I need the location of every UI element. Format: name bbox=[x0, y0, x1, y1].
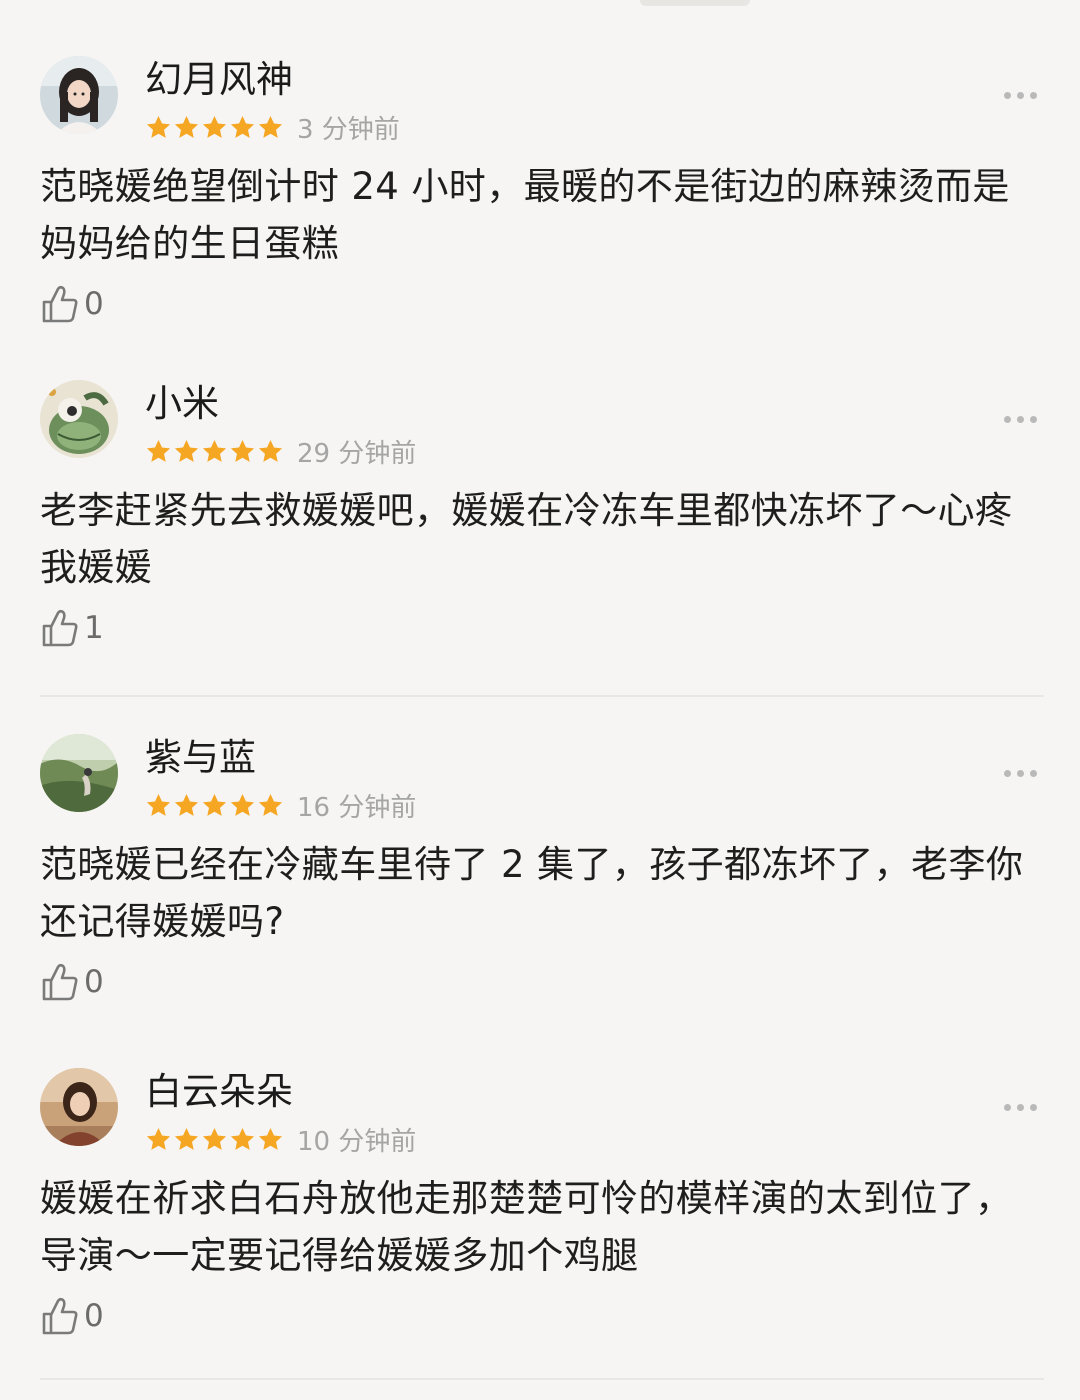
comment-text: 老李赶紧先去救媛媛吧，媛媛在冷冻车里都快冻坏了～心疼我媛媛 bbox=[40, 489, 1013, 589]
thumbs-up-icon bbox=[42, 609, 78, 647]
star-icon bbox=[258, 115, 283, 138]
woman-avatar-icon[interactable] bbox=[40, 1068, 118, 1146]
username[interactable]: 小米 bbox=[145, 382, 219, 426]
dot-icon bbox=[1003, 1103, 1011, 1111]
star-icon bbox=[258, 439, 283, 462]
dot-icon bbox=[1029, 769, 1037, 777]
star-icon bbox=[230, 793, 255, 816]
star-icon bbox=[202, 793, 227, 816]
dot-icon bbox=[1003, 415, 1011, 423]
star-icon bbox=[146, 793, 171, 816]
girl-avatar-icon[interactable] bbox=[40, 56, 118, 134]
dot-icon bbox=[1016, 415, 1024, 423]
dot-icon bbox=[1016, 769, 1024, 777]
top-grabber bbox=[640, 0, 750, 6]
star-icon bbox=[230, 439, 255, 462]
star-rating bbox=[145, 438, 284, 465]
star-rating bbox=[145, 792, 284, 819]
star-icon bbox=[174, 439, 199, 462]
comment-time: 10 分钟前 bbox=[297, 1126, 417, 1157]
dot-icon bbox=[1016, 91, 1024, 99]
star-icon bbox=[146, 1127, 171, 1150]
rating-row: 3 分钟前 bbox=[145, 110, 400, 145]
comment-time: 3 分钟前 bbox=[297, 114, 400, 145]
username[interactable]: 紫与蓝 bbox=[145, 736, 256, 780]
like-button[interactable]: 0 bbox=[40, 282, 104, 326]
rating-row: 29 分钟前 bbox=[145, 434, 417, 469]
like-count: 0 bbox=[84, 964, 104, 1000]
star-icon bbox=[202, 115, 227, 138]
more-options-button[interactable] bbox=[996, 762, 1044, 784]
star-icon bbox=[146, 115, 171, 138]
star-icon bbox=[174, 115, 199, 138]
comment-text: 范晓媛绝望倒计时 24 小时，最暖的不是街边的麻辣烫而是妈妈给的生日蛋糕 bbox=[40, 165, 1010, 265]
star-icon bbox=[174, 1127, 199, 1150]
star-icon bbox=[230, 115, 255, 138]
star-rating bbox=[145, 1126, 284, 1153]
username[interactable]: 幻月风神 bbox=[145, 58, 293, 102]
rating-row: 16 分钟前 bbox=[145, 788, 417, 823]
rating-row: 10 分钟前 bbox=[145, 1122, 417, 1157]
star-rating bbox=[145, 114, 284, 141]
comment-text: 媛媛在祈求白石舟放他走那楚楚可怜的模样演的太到位了，导演～一定要记得给媛媛多加个… bbox=[40, 1177, 1013, 1277]
dot-icon bbox=[1016, 1103, 1024, 1111]
like-count: 0 bbox=[84, 1298, 104, 1334]
comment-time: 16 分钟前 bbox=[297, 792, 417, 823]
cartoon-monster-avatar-icon[interactable] bbox=[40, 380, 118, 458]
like-button[interactable]: 0 bbox=[40, 960, 104, 1004]
star-icon bbox=[230, 1127, 255, 1150]
dot-icon bbox=[1029, 1103, 1037, 1111]
star-icon bbox=[202, 439, 227, 462]
star-icon bbox=[258, 793, 283, 816]
dot-icon bbox=[1003, 91, 1011, 99]
comment-text: 范晓媛已经在冷藏车里待了 2 集了，孩子都冻坏了，老李你还记得媛媛吗? bbox=[40, 843, 1024, 943]
dot-icon bbox=[1029, 415, 1037, 423]
star-icon bbox=[202, 1127, 227, 1150]
comment-time: 29 分钟前 bbox=[297, 438, 417, 469]
like-button[interactable]: 0 bbox=[40, 1294, 104, 1338]
like-count: 1 bbox=[84, 610, 104, 646]
username[interactable]: 白云朵朵 bbox=[145, 1070, 293, 1114]
divider bbox=[40, 1378, 1044, 1380]
dot-icon bbox=[1003, 769, 1011, 777]
more-options-button[interactable] bbox=[996, 1096, 1044, 1118]
landscape-avatar-icon[interactable] bbox=[40, 734, 118, 812]
thumbs-up-icon bbox=[42, 1297, 78, 1335]
thumbs-up-icon bbox=[42, 285, 78, 323]
more-options-button[interactable] bbox=[996, 408, 1044, 430]
more-options-button[interactable] bbox=[996, 84, 1044, 106]
like-button[interactable]: 1 bbox=[40, 606, 104, 650]
dot-icon bbox=[1029, 91, 1037, 99]
divider bbox=[40, 695, 1044, 697]
star-icon bbox=[258, 1127, 283, 1150]
like-count: 0 bbox=[84, 286, 104, 322]
star-icon bbox=[146, 439, 171, 462]
thumbs-up-icon bbox=[42, 963, 78, 1001]
star-icon bbox=[174, 793, 199, 816]
